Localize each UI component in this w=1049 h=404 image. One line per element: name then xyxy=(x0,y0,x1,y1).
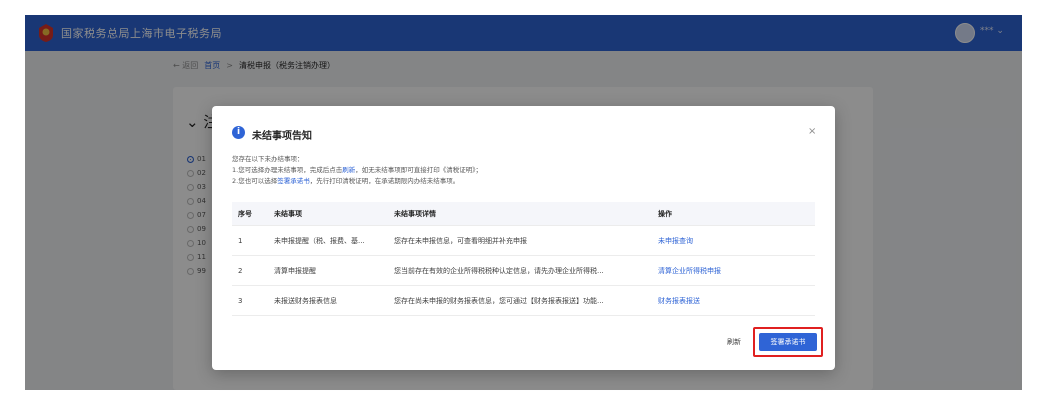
pending-item-detail: 您当前存在有效的企业所得税税种认定信息，请先办理企业所得税... xyxy=(394,266,604,275)
table-row: 1 未申报提醒（税、报费、基... 您存在未申报信息，可查看明细并补充申报 未申… xyxy=(232,226,815,256)
instruction-text: 1.您可选择办理未结事项，完成后点击 xyxy=(232,166,343,174)
refresh-link[interactable]: 刷新 xyxy=(342,166,355,174)
pending-items-table: 序号 未结事项 未结事项详情 操作 1 未申报提醒（税、报费、基... 您存在未… xyxy=(232,202,815,316)
instruction-text: ，如无未结事项即可直接打印《清税证明》； xyxy=(355,166,482,174)
table-row: 3 未报送财务报表信息 您存在尚未申报的财务报表信息，您可通过【财务报表报送】功… xyxy=(232,286,815,316)
action-link[interactable]: 未申报查询 xyxy=(636,236,815,246)
close-icon[interactable]: × xyxy=(808,126,816,137)
highlight-box: 签署承诺书 xyxy=(753,327,823,357)
page: 国家税务总局上海市电子税务局 *** ⌄ ← 返回 首页 > 清税申报（税务注销… xyxy=(0,0,1049,404)
dialog-title: 未结事项告知 xyxy=(252,131,312,142)
column-header: 未结事项详情 xyxy=(394,209,436,218)
sign-commitment-button[interactable]: 签署承诺书 xyxy=(759,333,817,351)
column-header: 操作 xyxy=(658,209,672,218)
table-row: 2 清算申报提醒 您当前存在有效的企业所得税税种认定信息，请先办理企业所得税..… xyxy=(232,256,815,286)
pending-item-detail: 您存在未申报信息，可查看明细并补充申报 xyxy=(394,236,527,245)
column-header: 未结事项 xyxy=(274,209,302,218)
table-header: 序号 未结事项 未结事项详情 操作 xyxy=(232,202,815,226)
row-number: 1 xyxy=(238,236,243,245)
instruction-text: ，先行打印清税证明，在承诺期限内办结未结事项。 xyxy=(309,177,460,185)
dialog-instruction-1: 1.您可选择办理未结事项，完成后点击刷新，如无未结事项即可直接打印《清税证明》； xyxy=(232,164,482,174)
row-number: 2 xyxy=(238,266,243,275)
refresh-button[interactable]: 刷新 xyxy=(721,334,747,350)
action-link[interactable]: 财务报表报送 xyxy=(636,296,815,306)
pending-item-detail: 您存在尚未申报的财务报表信息，您可通过【财务报表报送】功能... xyxy=(394,296,604,305)
pending-item: 未申报提醒（税、报费、基... xyxy=(274,236,365,245)
info-icon: i xyxy=(232,126,245,139)
action-link[interactable]: 清算企业所得税申报 xyxy=(636,266,815,276)
commitment-link[interactable]: 签署承诺书 xyxy=(277,177,310,185)
instruction-text: 2.您也可以选择 xyxy=(232,177,278,185)
row-number: 3 xyxy=(238,296,243,305)
pending-item: 未报送财务报表信息 xyxy=(274,296,337,305)
dialog-instruction-2: 2.您也可以选择签署承诺书，先行打印清税证明，在承诺期限内办结未结事项。 xyxy=(232,175,459,185)
pending-items-dialog: i 未结事项告知 × 您存在以下未办结事项： 1.您可选择办理未结事项，完成后点… xyxy=(212,106,835,370)
dialog-description: 您存在以下未办结事项： xyxy=(232,155,304,163)
pending-item: 清算申报提醒 xyxy=(274,266,316,275)
column-header: 序号 xyxy=(238,209,252,218)
